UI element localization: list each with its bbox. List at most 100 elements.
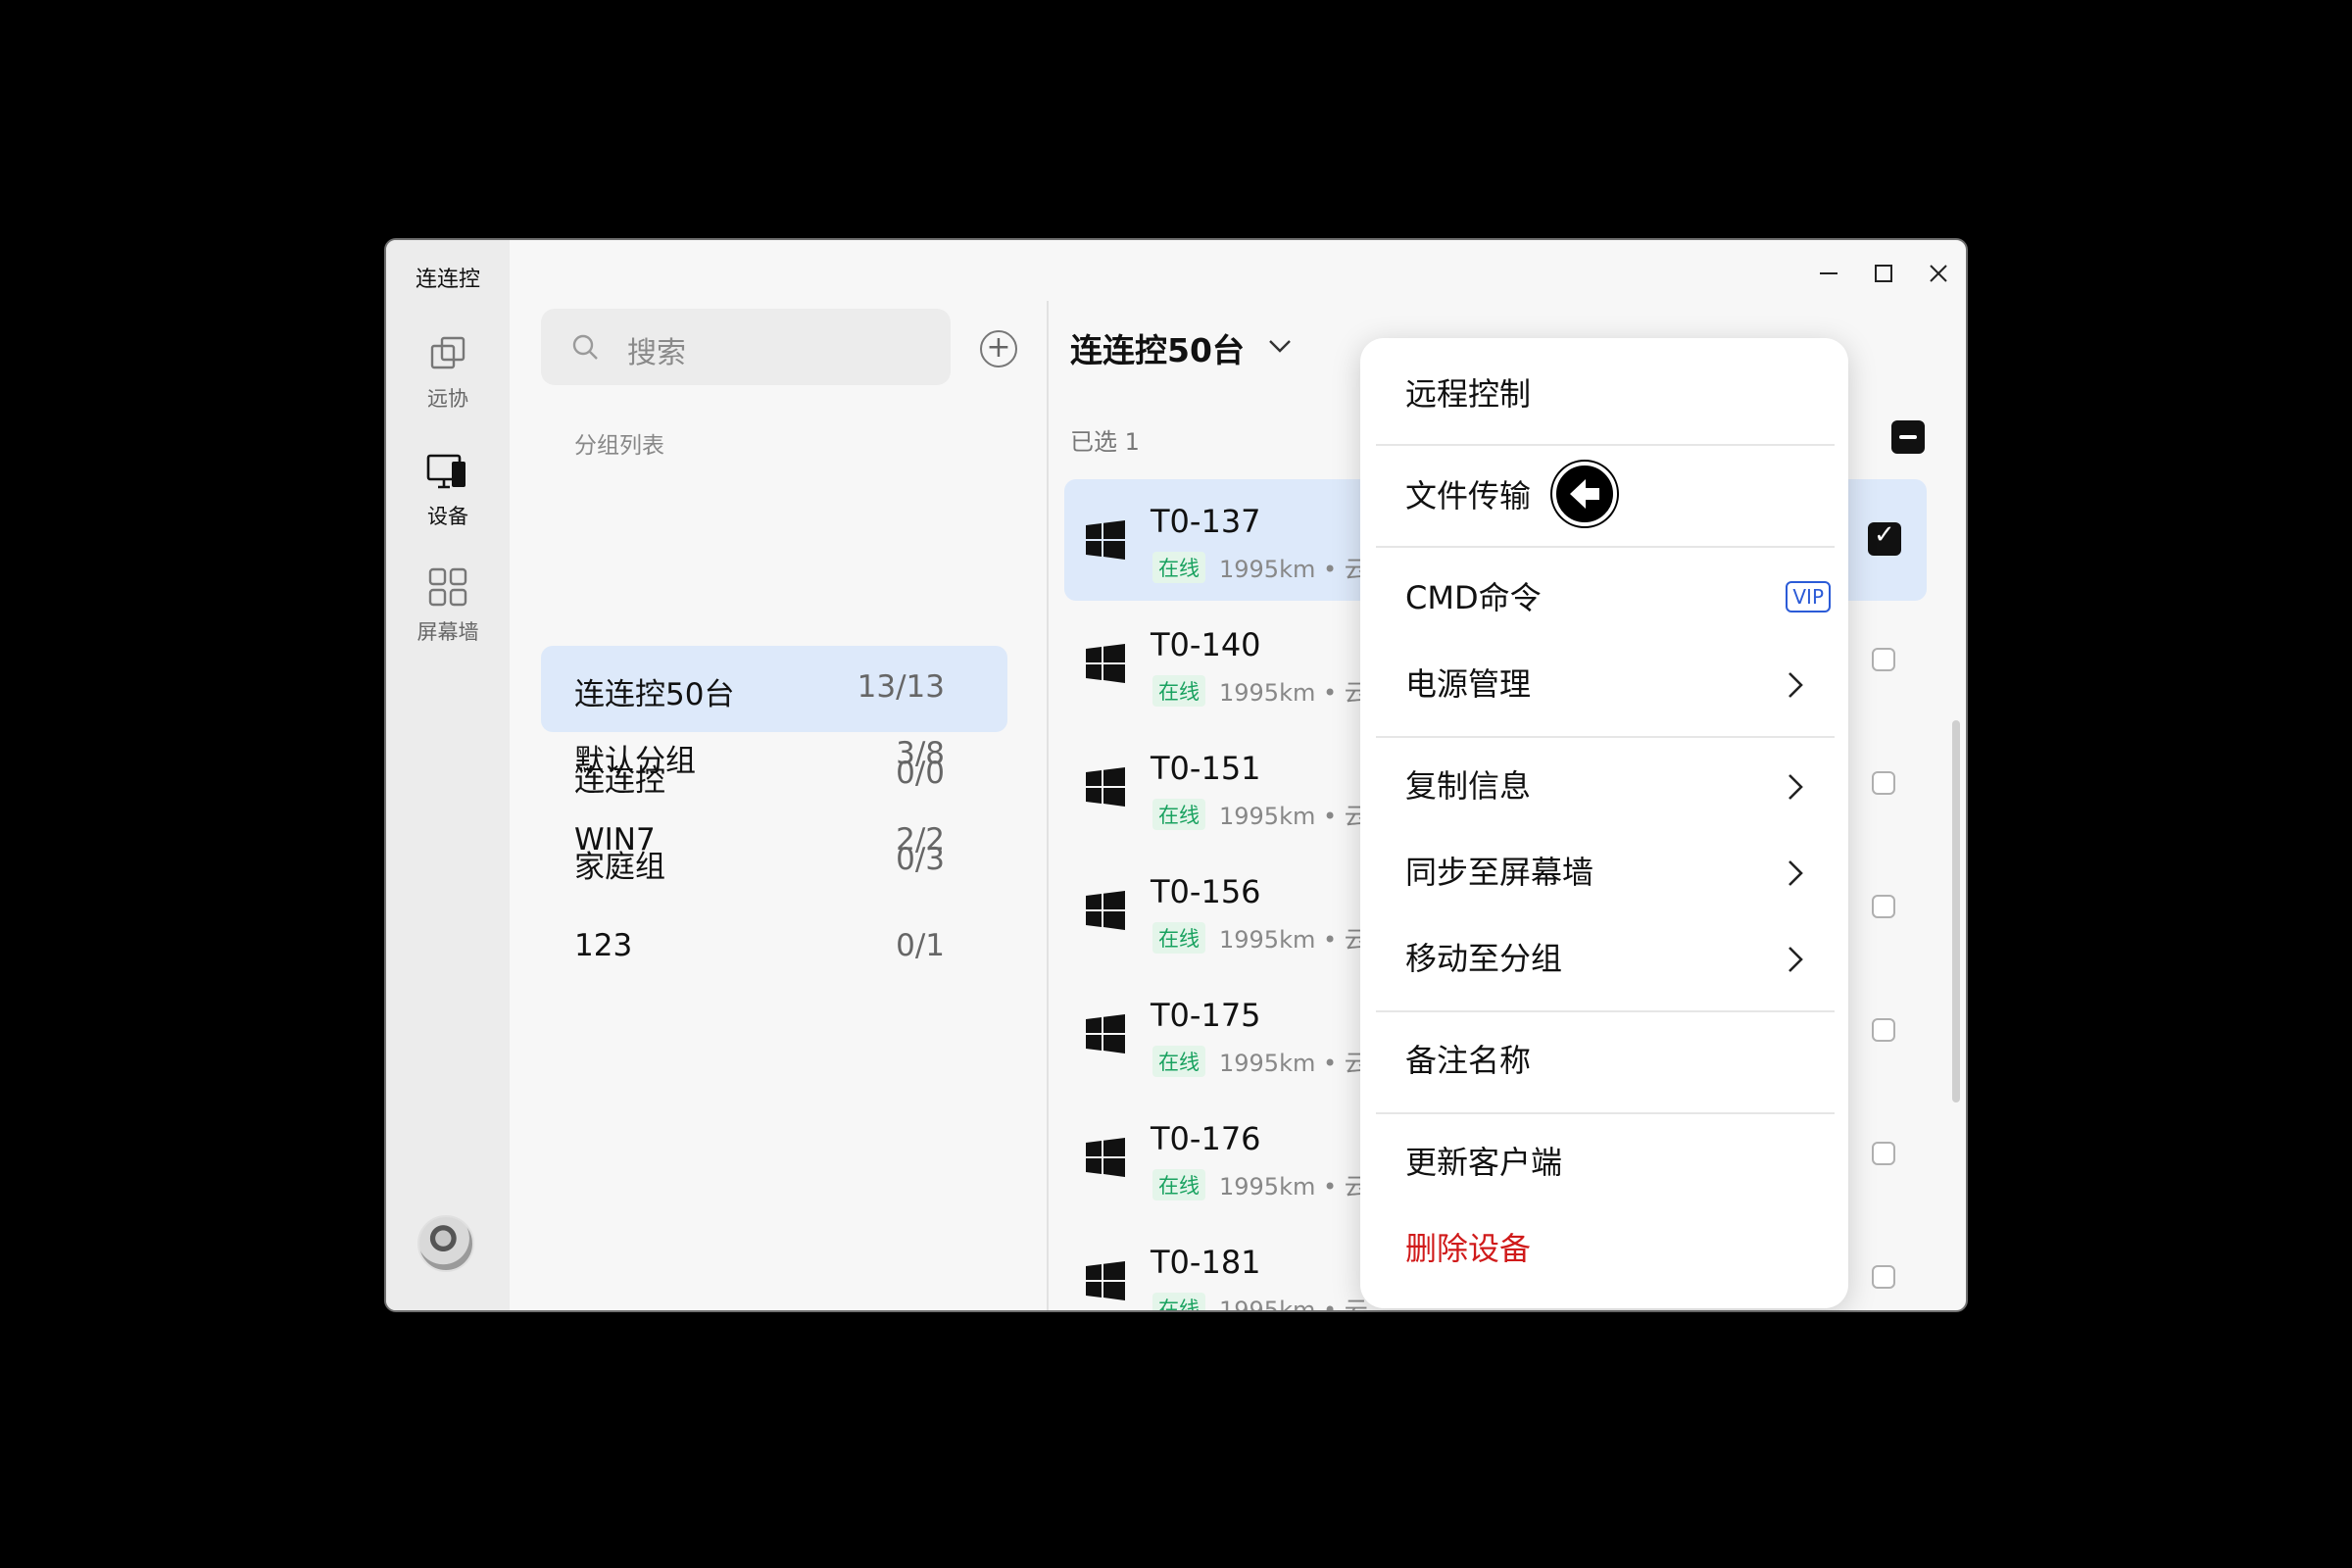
group-name: 连连控 (574, 763, 665, 799)
arrow-left-icon (1570, 479, 1599, 509)
menu-label: 远程控制 (1405, 375, 1532, 413)
device-name: T0-175 (1151, 997, 1261, 1034)
device-meta: 1995km • 云 (1219, 803, 1368, 830)
device-meta: 1995km • 云 (1219, 1050, 1368, 1077)
menu-item-rename[interactable]: 备注名称 (1360, 1018, 1848, 1097)
plus-icon: + (986, 330, 1011, 365)
menu-item-copy-info[interactable]: 复制信息 (1360, 744, 1848, 822)
device-icon (426, 454, 466, 489)
windows-icon (1086, 767, 1125, 807)
search-icon (572, 334, 598, 360)
group-count: 0/0 (896, 756, 945, 791)
windows-icon (1086, 644, 1125, 683)
app-title: 连连控 (415, 268, 480, 292)
group-item[interactable]: 连连控 0/0 (541, 732, 1007, 818)
menu-divider (1376, 1010, 1835, 1012)
nav-label: 远协 (427, 387, 468, 411)
group-item[interactable]: 123 0/1 (541, 905, 1007, 991)
menu-label: 更新客户端 (1405, 1144, 1563, 1181)
chevron-right-icon (1788, 672, 1803, 698)
device-name: T0-156 (1151, 873, 1261, 910)
windows-icon (1086, 891, 1125, 930)
device-name: T0-176 (1151, 1120, 1261, 1157)
select-all-checkbox[interactable] (1891, 420, 1925, 454)
device-name: T0-181 (1151, 1244, 1261, 1281)
device-meta: 1995km • 云 (1219, 926, 1368, 954)
menu-item-delete-device[interactable]: 删除设备 (1360, 1206, 1848, 1285)
add-group-button[interactable]: + (980, 330, 1017, 368)
device-name: T0-140 (1151, 626, 1261, 663)
chevron-right-icon (1788, 947, 1803, 972)
device-meta: 1995km • 云 (1219, 1173, 1368, 1200)
chevron-right-icon (1788, 774, 1803, 800)
device-checkbox[interactable] (1872, 771, 1895, 795)
device-checkbox[interactable] (1872, 1265, 1895, 1289)
vip-badge: VIP (1786, 581, 1831, 612)
group-count: 0/3 (896, 842, 945, 877)
device-name: T0-137 (1151, 503, 1261, 540)
selected-count: 已选 1 (1070, 428, 1140, 456)
device-checkbox[interactable] (1872, 648, 1895, 671)
pointer-indicator (1552, 462, 1617, 526)
group-name: 连连控50台 (574, 677, 735, 712)
menu-divider (1376, 1112, 1835, 1114)
device-list-scrollbar[interactable] (1952, 720, 1960, 1102)
menu-item-update-client[interactable]: 更新客户端 (1360, 1120, 1848, 1199)
nav-label: 屏幕墙 (416, 620, 479, 644)
group-name: 家庭组 (574, 850, 665, 885)
search-box[interactable]: 搜索 (541, 309, 951, 385)
search-placeholder: 搜索 (627, 336, 686, 370)
windows-icon (1086, 1014, 1125, 1054)
menu-label: 复制信息 (1405, 767, 1532, 805)
device-name: T0-151 (1151, 750, 1261, 787)
nav-rail: 连连控 远协 设备 屏幕墙 (386, 240, 510, 1310)
windows-icon (1086, 520, 1125, 560)
menu-item-cmd[interactable]: CMD命令 VIP (1360, 556, 1848, 634)
nav-label: 设备 (427, 505, 468, 528)
device-checkbox[interactable] (1872, 1142, 1895, 1165)
menu-label: 文件传输 (1405, 477, 1532, 514)
group-item[interactable]: 家庭组 0/3 (541, 818, 1007, 905)
menu-item-power-management[interactable]: 电源管理 (1360, 642, 1848, 720)
status-badge: 在线 (1152, 1169, 1205, 1200)
menu-divider (1376, 444, 1835, 446)
status-badge: 在线 (1152, 1293, 1205, 1310)
device-group-title: 连连控50台 (1070, 331, 1245, 369)
menu-divider (1376, 546, 1835, 548)
group-count: 0/1 (896, 928, 945, 963)
device-meta: 1995km • 云 (1219, 556, 1368, 583)
grid-wall-icon (428, 567, 467, 607)
menu-label: 备注名称 (1405, 1042, 1532, 1079)
device-checkbox[interactable] (1872, 895, 1895, 918)
windows-icon (1086, 1261, 1125, 1300)
device-meta: 1995km • 云 (1219, 679, 1368, 707)
menu-divider (1376, 736, 1835, 738)
group-name: 123 (574, 928, 633, 963)
remote-assist-icon (430, 336, 466, 369)
group-panel: 搜索 + 分组列表 默认分组 3/8 WIN7 2/2 连连控50台 13/13… (510, 240, 1039, 1310)
menu-label: 电源管理 (1405, 665, 1532, 703)
status-badge: 在线 (1152, 1046, 1205, 1077)
device-checkbox[interactable] (1868, 520, 1901, 556)
menu-label: CMD命令 (1405, 579, 1542, 616)
chevron-right-icon (1788, 860, 1803, 886)
group-count: 13/13 (857, 669, 945, 705)
device-checkbox[interactable] (1872, 1018, 1895, 1042)
nav-item-remote-assist[interactable]: 远协 (386, 330, 510, 413)
chevron-down-icon[interactable] (1264, 330, 1296, 362)
menu-item-remote-control[interactable]: 远程控制 (1360, 352, 1848, 430)
menu-label: 同步至屏幕墙 (1405, 854, 1594, 891)
nav-item-devices[interactable]: 设备 (386, 448, 510, 530)
status-badge: 在线 (1152, 552, 1205, 583)
device-meta: 1995km • 云 (1219, 1297, 1368, 1312)
group-list-header: 分组列表 (574, 433, 664, 459)
menu-item-move-to-group[interactable]: 移动至分组 (1360, 916, 1848, 995)
menu-label: 移动至分组 (1405, 940, 1563, 977)
avatar[interactable] (417, 1215, 474, 1272)
status-badge: 在线 (1152, 922, 1205, 954)
nav-item-screen-wall[interactable]: 屏幕墙 (386, 564, 510, 646)
status-badge: 在线 (1152, 799, 1205, 830)
windows-icon (1086, 1138, 1125, 1177)
group-item-selected[interactable]: 连连控50台 13/13 (541, 646, 1007, 732)
menu-item-sync-screen-wall[interactable]: 同步至屏幕墙 (1360, 830, 1848, 908)
